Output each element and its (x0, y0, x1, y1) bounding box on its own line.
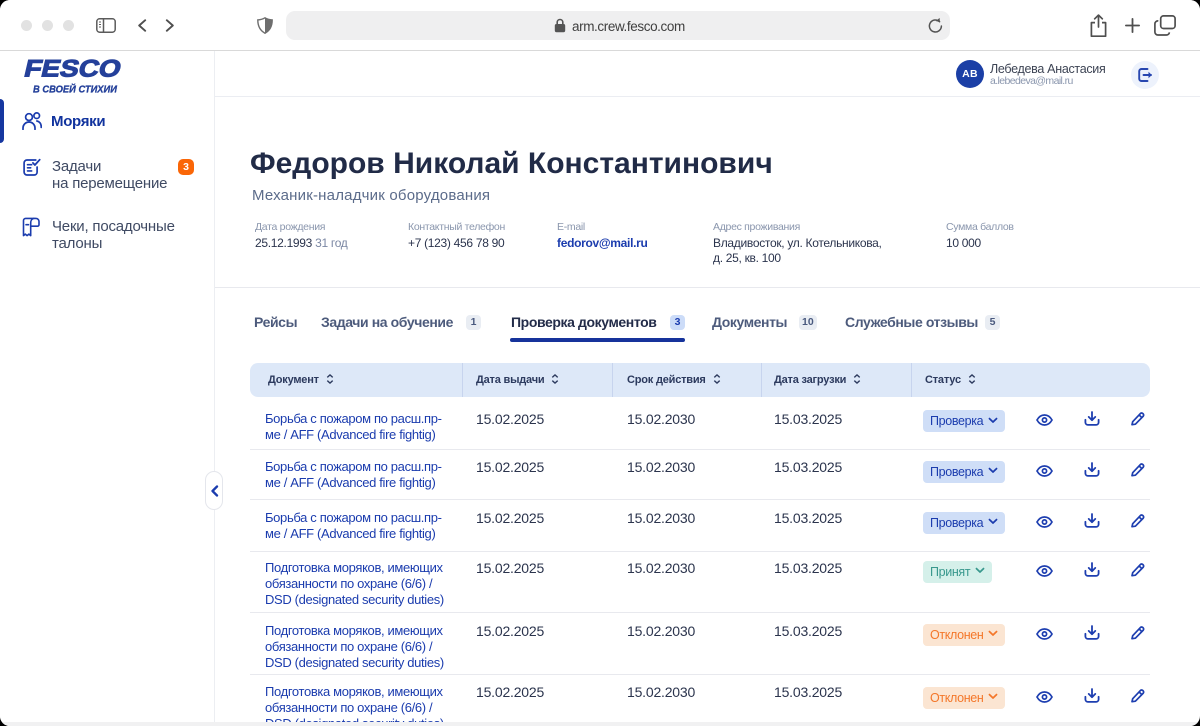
svg-text:FESCO: FESCO (22, 57, 124, 82)
svg-text:В СВОЕЙ СТИХИИ: В СВОЕЙ СТИХИИ (33, 83, 117, 96)
